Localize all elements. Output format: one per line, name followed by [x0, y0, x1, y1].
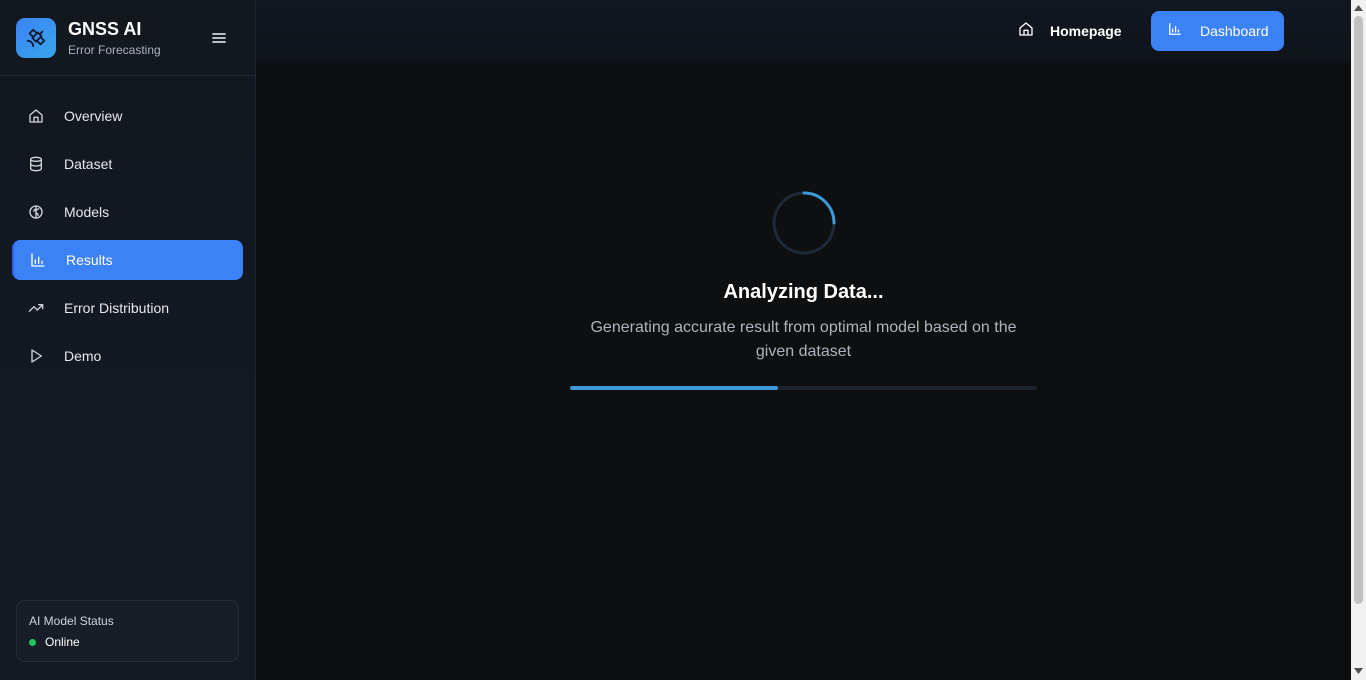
homepage-link[interactable]: Homepage: [1018, 20, 1122, 42]
sidebar-item-overview[interactable]: Overview: [12, 96, 243, 136]
sidebar-item-label: Dataset: [64, 156, 113, 172]
app-root: GNSS AI Error Forecasting Overview Datas…: [0, 0, 1366, 680]
satellite-icon: [16, 17, 56, 58]
home-icon: [28, 108, 44, 124]
status-value: Online: [45, 635, 80, 649]
bar-chart-icon: [1168, 22, 1182, 41]
sidebar-item-label: Demo: [64, 348, 102, 364]
online-indicator: [29, 638, 36, 646]
play-icon: [28, 348, 44, 364]
menu-icon[interactable]: [210, 29, 228, 47]
homepage-label: Homepage: [1050, 23, 1122, 39]
brand-header: GNSS AI Error Forecasting: [0, 0, 255, 76]
main-content: Analyzing Data... Generating accurate re…: [256, 63, 1351, 680]
scroll-up-arrow-icon[interactable]: [1354, 3, 1363, 13]
dashboard-label: Dashboard: [1200, 23, 1269, 39]
trending-up-icon: [28, 300, 44, 316]
database-icon: [28, 156, 44, 172]
sidebar-item-models[interactable]: Models: [12, 192, 243, 232]
sidebar-item-dataset[interactable]: Dataset: [12, 144, 243, 184]
sidebar-item-demo[interactable]: Demo: [12, 336, 243, 376]
sidebar-item-label: Results: [66, 252, 113, 268]
loading-spinner: [771, 190, 837, 256]
brand-text: GNSS AI Error Forecasting: [68, 19, 161, 57]
brain-icon: [28, 204, 44, 220]
home-icon: [1018, 21, 1034, 42]
status-title: AI Model Status: [29, 614, 114, 628]
loading-title: Analyzing Data...: [723, 281, 884, 303]
sidebar-item-error-distribution[interactable]: Error Distribution: [12, 288, 243, 328]
sidebar-item-label: Models: [64, 204, 110, 220]
progress-bar: [570, 386, 1037, 390]
sidebar-item-label: Overview: [64, 108, 123, 124]
top-bar: Homepage Dashboard: [256, 0, 1351, 63]
dashboard-button[interactable]: Dashboard: [1151, 11, 1284, 51]
scrollbar-thumb[interactable]: [1354, 16, 1363, 604]
loading-description: Generating accurate result from optimal …: [590, 319, 1017, 360]
progress-fill: [570, 386, 778, 390]
sidebar-item-label: Error Distribution: [64, 300, 170, 316]
vertical-scrollbar[interactable]: [1351, 0, 1366, 680]
sidebar: GNSS AI Error Forecasting Overview Datas…: [0, 0, 256, 680]
brand-title: GNSS AI: [68, 18, 142, 39]
scroll-down-arrow-icon[interactable]: [1354, 666, 1363, 676]
status-row: Online: [29, 635, 226, 649]
ai-model-status-card: AI Model Status Online: [16, 600, 239, 662]
bar-chart-icon: [30, 252, 46, 268]
brand-subtitle: Error Forecasting: [68, 42, 161, 57]
sidebar-item-results[interactable]: Results: [12, 240, 243, 280]
sidebar-nav: Overview Dataset Models Results Error Di…: [12, 96, 243, 384]
